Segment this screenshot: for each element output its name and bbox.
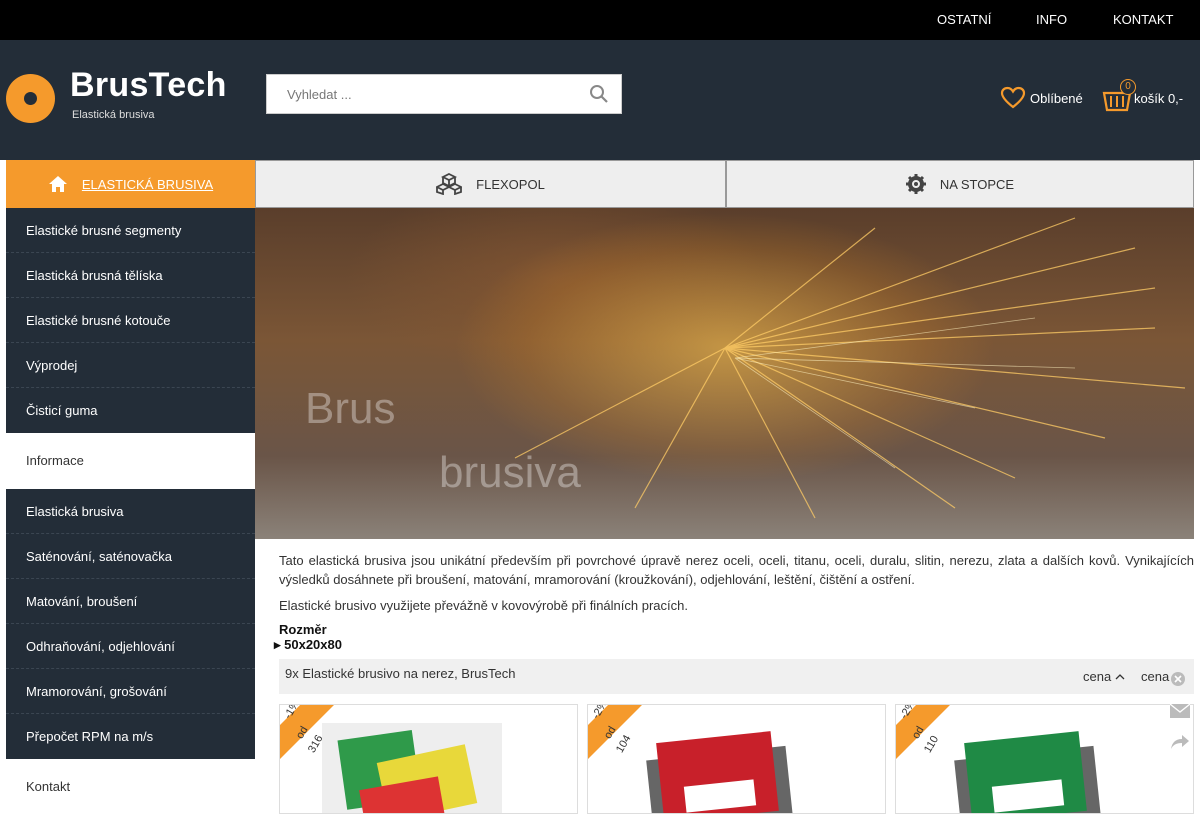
sort-label: cena [1083,669,1112,684]
sidebar-item-matovani[interactable]: Matování, broušení [6,579,255,624]
tab-label: NA STOPCE [939,176,1015,192]
logo-icon[interactable] [6,74,55,123]
cart-link[interactable]: 0 košík 0,- [1102,79,1184,116]
logo-name[interactable]: BrusTech [70,66,227,105]
sort-price-desc[interactable]: cena [1141,669,1169,684]
intro-paragraph: Tato elastická brusiva jsou unikátní pře… [279,553,1194,587]
sidebar-heading-kontakt[interactable]: Kontakt [6,759,255,815]
tab-na-stopce[interactable]: NA STOPCE [726,160,1194,208]
sidebar-item-mramorovani[interactable]: Mramorování, grošování [6,669,255,714]
sidebar-item-prepocet-rpm[interactable]: Přepočet RPM na m/s [6,714,255,759]
chevron-up-icon [1115,674,1125,680]
email-icon[interactable] [1169,703,1191,723]
close-icon[interactable] [1170,671,1190,692]
product-card[interactable]: -2% od 110 [895,704,1194,814]
topbar-link-info[interactable]: INFO [1036,12,1067,27]
cart-label: košík 0,- [1134,90,1184,106]
sort-price-asc[interactable]: cena [1083,669,1125,684]
sidebar-item-segmenty[interactable]: Elastické brusné segmenty [6,208,255,253]
sort-label: cena [1141,669,1170,684]
top-bar: OSTATNÍ INFO KONTAKT [0,0,1200,40]
hero-subtitle: brusiva [439,448,581,497]
listing-bar: 9x Elastické brusivo na nerez, BrusTech … [279,659,1194,694]
home-icon [48,176,67,192]
hero-banner: Brus brusiva [255,208,1194,539]
size-filter-label: Rozměr [279,622,327,637]
sidebar: Elastické brusné segmenty Elastická brus… [6,208,255,815]
search-icon[interactable] [589,84,611,106]
cart-count-badge: 0 [1120,79,1136,95]
cubes-icon [436,173,463,195]
size-filter-option[interactable]: ▸ 50x20x80 [274,637,342,653]
logo-tagline: Elastická brusiva [72,109,155,121]
intro-paragraph-2: Elastické brusivo využijete převážně v k… [279,598,688,613]
gear-icon [905,174,926,194]
tab-elasticka-brusiva[interactable]: ELASTICKÁ BRUSIVA [6,160,255,208]
search-input[interactable] [267,75,577,113]
search-box [266,74,622,114]
tab-flexopol[interactable]: FLEXOPOL [255,160,726,208]
product-count: 9x Elastické brusivo na nerez, BrusTech [285,666,516,681]
tab-label: FLEXOPOL [476,176,545,192]
product-image [954,731,1102,813]
product-image [646,731,794,813]
share-icon[interactable] [1170,734,1190,755]
sidebar-heading-informace: Informace [6,433,255,489]
hero-title: Brus [305,384,396,433]
heart-icon [1000,86,1026,109]
sparks-image [514,217,1186,519]
product-image [322,723,502,813]
topbar-link-ostatni[interactable]: OSTATNÍ [937,12,991,27]
favorites-label: Oblíbené [1030,90,1083,106]
favorites-link[interactable]: Oblíbené [1000,83,1083,113]
topbar-link-kontakt[interactable]: KONTAKT [1113,12,1173,27]
sidebar-item-vyprodej[interactable]: Výprodej [6,343,255,388]
sidebar-item-kotouce[interactable]: Elastické brusné kotouče [6,298,255,343]
sidebar-item-cistici-guma[interactable]: Čisticí guma [6,388,255,433]
product-card[interactable]: -1% od 316 [279,704,578,814]
sidebar-item-teliska[interactable]: Elastická brusná tělíska [6,253,255,298]
sidebar-item-odhranovani[interactable]: Odhraňování, odjehlování [6,624,255,669]
sidebar-item-satenovani[interactable]: Saténování, saténovačka [6,534,255,579]
sidebar-item-elasticka-brusiva[interactable]: Elastická brusiva [6,489,255,534]
tab-label: ELASTICKÁ BRUSIVA [81,176,214,192]
product-card[interactable]: -2% od 104 [587,704,886,814]
